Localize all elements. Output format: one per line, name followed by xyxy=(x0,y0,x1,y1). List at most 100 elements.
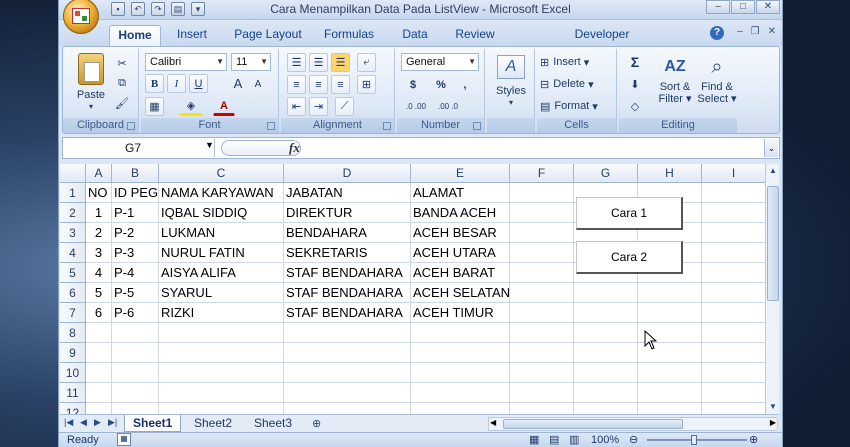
font-name-combo[interactable]: Calibri ▼ xyxy=(145,53,227,71)
grid-cell[interactable] xyxy=(702,263,766,283)
align-right-icon[interactable]: ≡ xyxy=(331,75,350,94)
grid-cell[interactable] xyxy=(702,243,766,263)
sort-filter-button[interactable]: AZ Sort & Filter ▾ xyxy=(655,53,695,105)
tab-data[interactable]: Data xyxy=(395,25,435,46)
scroll-left-icon[interactable]: ◀ xyxy=(490,418,496,427)
next-sheet-icon[interactable]: ▶ xyxy=(94,417,101,428)
scroll-down-icon[interactable]: ▼ xyxy=(767,401,779,413)
sheet-tab-1[interactable]: Sheet1 xyxy=(124,415,182,432)
grid-cell[interactable] xyxy=(86,383,112,403)
grid-cell[interactable]: 3 xyxy=(86,243,112,263)
grid-cell[interactable] xyxy=(702,343,766,363)
column-header-i[interactable]: I xyxy=(702,164,766,183)
row-header[interactable]: 9 xyxy=(60,343,86,363)
shrink-font-button[interactable]: A xyxy=(249,75,267,94)
last-sheet-icon[interactable]: ▶| xyxy=(108,417,117,428)
find-select-button[interactable]: ⌕ Find & Select ▾ xyxy=(697,53,737,105)
increase-indent-icon[interactable]: ⇥ xyxy=(309,97,328,116)
zoom-slider-thumb[interactable] xyxy=(691,435,697,445)
grid-cell[interactable]: 6 xyxy=(86,303,112,323)
font-size-combo[interactable]: 11 ▼ xyxy=(231,53,271,71)
format-cells-button[interactable]: ▤ Format ▾ xyxy=(539,97,611,115)
grow-font-button[interactable]: A xyxy=(229,74,247,93)
vertical-scrollbar[interactable]: ▲ ▼ xyxy=(765,164,779,414)
row-header[interactable]: 10 xyxy=(60,363,86,383)
grid-cell[interactable] xyxy=(510,203,574,223)
grid-cell[interactable] xyxy=(638,383,702,403)
grid-cell[interactable] xyxy=(159,323,284,343)
grid-cell[interactable] xyxy=(510,383,574,403)
copy-icon[interactable]: ⧉ xyxy=(113,75,131,91)
grid-cell[interactable] xyxy=(284,363,411,383)
grid-cell[interactable]: ALAMAT xyxy=(411,183,510,203)
grid-cell[interactable] xyxy=(411,343,510,363)
row-header[interactable]: 1 xyxy=(60,183,86,203)
grid-cell[interactable]: ACEH TIMUR xyxy=(411,303,510,323)
grid-cell[interactable] xyxy=(112,363,159,383)
first-sheet-icon[interactable]: |◀ xyxy=(64,417,73,428)
row-header[interactable]: 6 xyxy=(60,283,86,303)
column-header-e[interactable]: E xyxy=(411,164,510,183)
insert-sheet-icon[interactable]: ⊕ xyxy=(312,417,321,430)
column-header-c[interactable]: C xyxy=(159,164,284,183)
expand-formula-bar-icon[interactable]: ⌄ xyxy=(764,139,778,157)
align-top-icon[interactable]: ☰ xyxy=(287,53,306,72)
maximize-button[interactable]: □ xyxy=(731,0,755,14)
increase-decimal-button[interactable]: .0 .00 xyxy=(401,97,431,116)
grid-cell[interactable]: 4 xyxy=(86,263,112,283)
align-middle-icon[interactable]: ☰ xyxy=(309,53,328,72)
page-break-view-icon[interactable]: ▥ xyxy=(569,433,579,446)
align-bottom-icon[interactable]: ☰ xyxy=(331,53,350,72)
grid-cell[interactable]: 5 xyxy=(86,283,112,303)
grid-cell[interactable] xyxy=(574,323,638,343)
grid-cell[interactable]: BENDAHARA xyxy=(284,223,411,243)
percent-button[interactable]: % xyxy=(431,75,451,94)
orientation-icon[interactable]: ⟋ xyxy=(335,97,354,116)
grid-cell[interactable] xyxy=(112,323,159,343)
grid-cell[interactable] xyxy=(284,403,411,414)
workbook-minimize-icon[interactable]: – xyxy=(737,26,743,37)
grid-cell[interactable] xyxy=(112,383,159,403)
grid-cell[interactable] xyxy=(638,303,702,323)
autosum-button[interactable]: Σ xyxy=(621,53,649,71)
name-box-dropdown-icon[interactable]: ▼ xyxy=(205,140,214,150)
undo-icon[interactable]: ↶ xyxy=(131,2,145,16)
column-header-g[interactable]: G xyxy=(574,164,638,183)
grid-cell[interactable] xyxy=(159,403,284,414)
row-header[interactable]: 11 xyxy=(60,383,86,403)
grid-cell[interactable] xyxy=(510,283,574,303)
styles-button[interactable]: A Styles ▾ xyxy=(491,55,531,109)
grid-cell[interactable] xyxy=(702,183,766,203)
grid-cell[interactable]: P-1 xyxy=(112,203,159,223)
grid-cell[interactable] xyxy=(159,363,284,383)
grid-cell[interactable] xyxy=(411,403,510,414)
grid-cell[interactable] xyxy=(510,243,574,263)
grid-cell[interactable]: IQBAL SIDDIQ xyxy=(159,203,284,223)
grid-cell[interactable] xyxy=(112,403,159,414)
grid-cell[interactable] xyxy=(638,283,702,303)
grid-cell[interactable] xyxy=(510,323,574,343)
insert-function-button[interactable]: fx xyxy=(289,140,300,156)
number-format-combo[interactable]: General ▼ xyxy=(401,53,479,71)
grid-cell[interactable] xyxy=(638,363,702,383)
grid-cell[interactable]: STAF BENDAHARA xyxy=(284,263,411,283)
row-header[interactable]: 5 xyxy=(60,263,86,283)
number-launcher-icon[interactable] xyxy=(473,122,481,130)
grid-cell[interactable] xyxy=(574,303,638,323)
print-preview-icon[interactable]: ▤ xyxy=(171,2,185,16)
horizontal-scroll-thumb[interactable] xyxy=(503,419,683,429)
grid-cell[interactable] xyxy=(86,363,112,383)
redo-icon[interactable]: ↷ xyxy=(151,2,165,16)
grid-cell[interactable] xyxy=(411,323,510,343)
grid-cell[interactable] xyxy=(702,223,766,243)
sheet-tab-3[interactable]: Sheet3 xyxy=(246,415,300,432)
grid-cell[interactable]: P-3 xyxy=(112,243,159,263)
currency-button[interactable]: $ xyxy=(403,75,423,94)
grid-cell[interactable]: NAMA KARYAWAN xyxy=(159,183,284,203)
worksheet-grid[interactable]: A B C D E F G H I 1 2 3 4 5 6 7 8 9 10 1… xyxy=(60,164,767,414)
cara-1-button[interactable]: Cara 1 xyxy=(576,197,683,230)
tab-formulas[interactable]: Formulas xyxy=(319,25,379,46)
vertical-scroll-thumb[interactable] xyxy=(767,186,779,301)
scroll-up-icon[interactable]: ▲ xyxy=(767,165,779,177)
paste-button[interactable]: Paste ▾ xyxy=(71,53,111,113)
